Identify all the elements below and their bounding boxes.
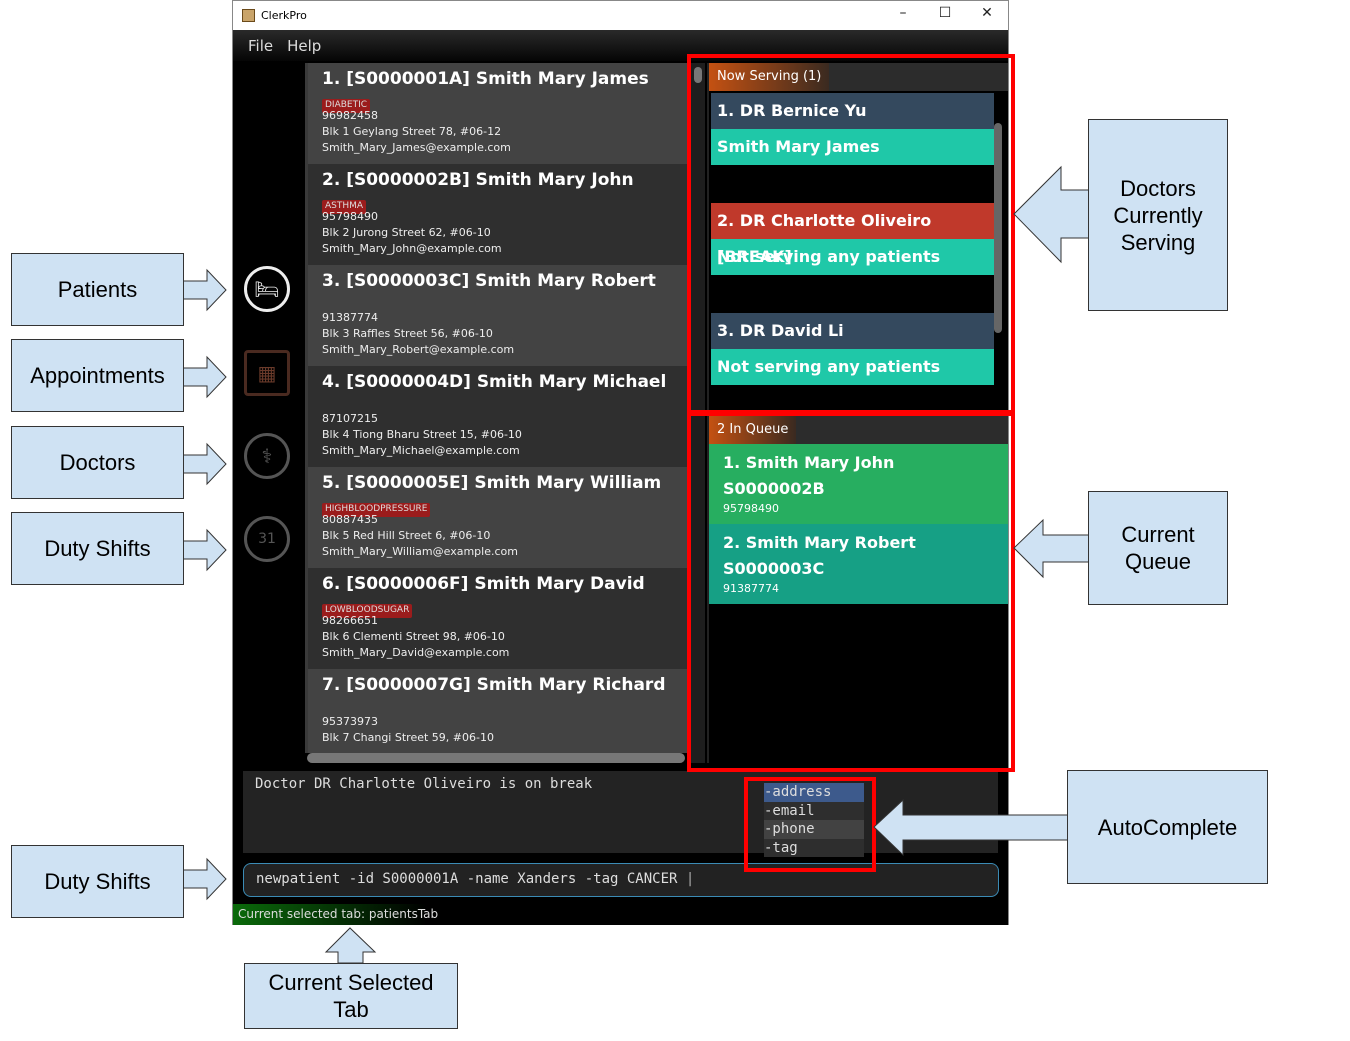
callout-doctors: Doctors <box>11 426 184 499</box>
callout-autocomplete: AutoComplete <box>1067 770 1268 884</box>
callout-patients: Patients <box>11 253 184 326</box>
callout-duty-shifts: Duty Shifts <box>11 512 184 585</box>
callout-doctors-serving: Doctors Currently Serving <box>1088 119 1228 311</box>
callout-duty-shifts-2: Duty Shifts <box>11 845 184 918</box>
callout-current-tab: Current Selected Tab <box>244 963 458 1029</box>
callout-appointments: Appointments <box>11 339 184 412</box>
callout-current-queue: Current Queue <box>1088 491 1228 605</box>
